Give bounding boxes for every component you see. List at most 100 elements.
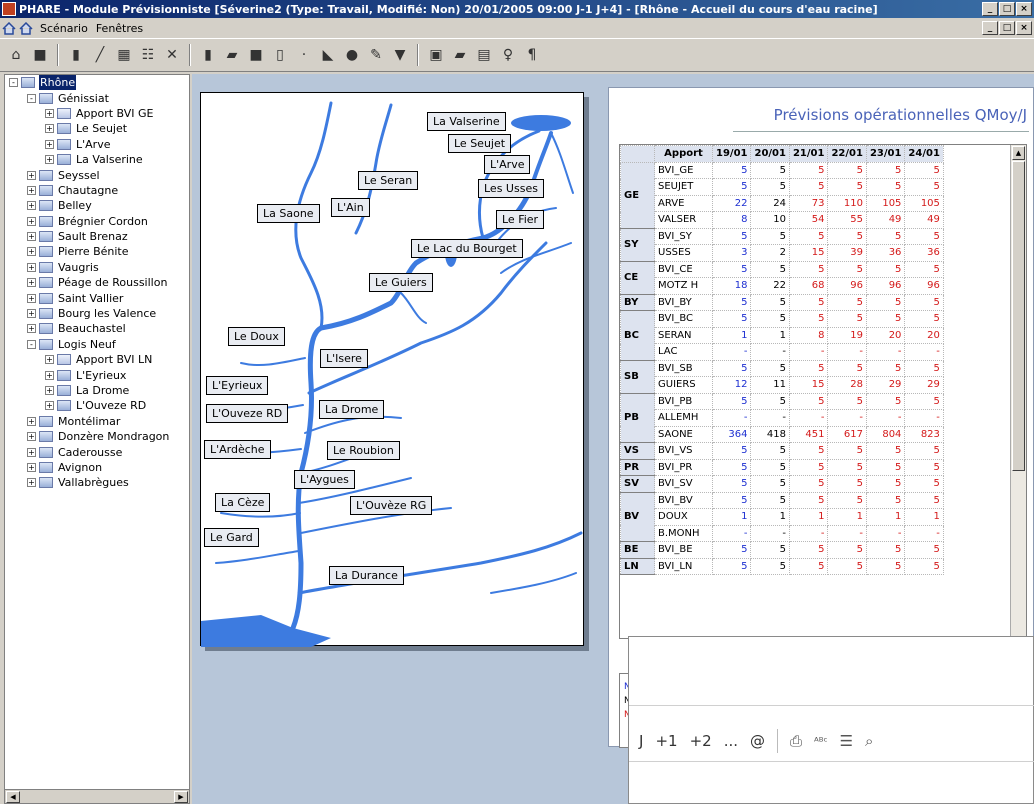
map-label-l-aygues[interactable]: L'Aygues (294, 470, 355, 489)
value-cell[interactable]: 5 (788, 392, 829, 410)
forward-icon[interactable]: ◣ (318, 45, 338, 65)
expand-icon[interactable]: + (27, 324, 36, 334)
table-row[interactable]: SY BVI_SY 5 5 5 5 5 5 (620, 227, 944, 262)
value-cell[interactable]: 54 (788, 211, 829, 229)
value-cell[interactable]: - (827, 343, 867, 361)
tree-item[interactable]: + Caderousse (5, 444, 189, 459)
column-header-date[interactable]: 23/01 (865, 145, 906, 163)
value-cell[interactable]: 5 (865, 359, 906, 377)
value-cell[interactable]: 73 (788, 194, 829, 212)
tree-item[interactable]: + Avignon (5, 460, 189, 475)
value-cell[interactable]: 5 (788, 359, 829, 377)
value-cell[interactable]: - (788, 409, 829, 427)
mdi-maximize-button[interactable]: □ (999, 21, 1015, 35)
value-cell[interactable]: 5 (750, 293, 790, 311)
block-icon[interactable]: ■ (246, 45, 266, 65)
brush-icon[interactable]: ✎ (366, 45, 386, 65)
value-cell[interactable]: 5 (711, 178, 752, 196)
value-cell[interactable]: 105 (865, 194, 906, 212)
map-label-les-usses[interactable]: Les Usses (478, 179, 544, 198)
map-label-l-ain[interactable]: L'Ain (331, 198, 370, 217)
tree-item[interactable]: + Chautagne (5, 183, 189, 198)
value-cell[interactable]: - (750, 409, 790, 427)
tree-item[interactable]: + Le Seujet (5, 121, 189, 136)
value-cell[interactable]: 5 (904, 557, 944, 575)
value-cell[interactable]: 5 (750, 260, 790, 278)
value-cell[interactable]: 5 (750, 178, 790, 196)
value-cell[interactable]: 5 (904, 178, 944, 196)
bulb-icon[interactable]: ♀ (498, 45, 518, 65)
value-cell[interactable]: 5 (904, 541, 944, 559)
collapse-icon[interactable]: - (9, 78, 18, 88)
collapse-icon[interactable]: - (27, 339, 36, 349)
value-cell[interactable]: 5 (788, 178, 829, 196)
value-cell[interactable]: - (904, 524, 944, 542)
list-icon[interactable]: ☰ (840, 732, 853, 750)
value-cell[interactable]: - (750, 524, 790, 542)
spellcheck-icon[interactable]: ᴬᴮᶜ (814, 735, 828, 748)
map-label-le-gard[interactable]: Le Gard (204, 528, 259, 547)
scroll-right-icon[interactable]: ▶ (174, 791, 188, 803)
sheet-icon[interactable]: ▯ (270, 45, 290, 65)
map-label-la-durance[interactable]: La Durance (329, 566, 404, 585)
column-header-apport[interactable]: Apport (654, 145, 713, 163)
tree-item[interactable]: + Belley (5, 198, 189, 213)
expand-icon[interactable]: + (27, 185, 36, 195)
map-label-le-guiers[interactable]: Le Guiers (369, 273, 433, 292)
table-row[interactable]: ALLEMH - - - - - - (621, 409, 944, 427)
value-cell[interactable]: 5 (865, 541, 906, 559)
stamp-icon[interactable]: ● (342, 45, 362, 65)
value-cell[interactable]: 5 (788, 293, 829, 311)
table-row[interactable]: LN BVI_LN 5 5 5 5 5 5 (620, 557, 944, 575)
home-icon[interactable] (2, 21, 16, 35)
map-label-l-ardeche[interactable]: L'Ardèche (204, 440, 271, 459)
map-label-le-seujet[interactable]: Le Seujet (448, 134, 512, 153)
value-cell[interactable]: 2 (750, 244, 790, 262)
minimize-button[interactable]: _ (982, 2, 998, 16)
tree-item[interactable]: + Vaugris (5, 260, 189, 275)
value-cell[interactable]: 68 (788, 277, 829, 295)
value-cell[interactable]: 5 (750, 161, 790, 179)
value-cell[interactable]: 11 (750, 376, 790, 394)
table-row[interactable]: SEUJET 5 5 5 5 5 5 (621, 178, 944, 196)
value-cell[interactable]: 20 (865, 326, 906, 344)
tree-item[interactable]: - Génissiat (5, 90, 189, 105)
map-label-le-lac-du-bourget[interactable]: Le Lac du Bourget (411, 239, 523, 258)
value-cell[interactable]: 5 (827, 442, 867, 460)
expand-icon[interactable]: + (27, 232, 36, 242)
value-cell[interactable]: 55 (827, 211, 867, 229)
map-label-le-fier[interactable]: Le Fier (496, 210, 545, 229)
table-row[interactable]: DOUX 1 1 1 1 1 1 (621, 508, 944, 526)
value-cell[interactable]: 5 (750, 392, 790, 410)
table-row[interactable]: SV BVI_SV 5 5 5 5 5 5 (620, 475, 944, 493)
tool-icon[interactable]: ¶ (522, 45, 542, 65)
value-cell[interactable]: 5 (788, 260, 829, 278)
value-cell[interactable]: 5 (711, 293, 752, 311)
table-vertical-scrollbar[interactable]: ▲ (1010, 145, 1026, 638)
value-cell[interactable]: 8 (788, 326, 829, 344)
table-row[interactable]: CE BVI_CE 5 5 5 5 5 5 (620, 260, 944, 295)
value-cell[interactable]: 5 (865, 442, 906, 460)
tree-item[interactable]: + Pierre Bénite (5, 244, 189, 259)
value-cell[interactable]: 5 (827, 557, 867, 575)
value-cell[interactable]: 29 (865, 376, 906, 394)
table-row[interactable]: PR BVI_PR 5 5 5 5 5 5 (620, 458, 944, 476)
value-cell[interactable]: 5 (827, 541, 867, 559)
map-label-le-seran[interactable]: Le Seran (358, 171, 419, 190)
value-cell[interactable]: 5 (711, 458, 752, 476)
map-label-l-eyrieux[interactable]: L'Eyrieux (206, 376, 269, 395)
value-cell[interactable]: 5 (827, 475, 867, 493)
value-cell[interactable]: 418 (750, 425, 790, 443)
expand-icon[interactable]: + (27, 278, 36, 288)
value-cell[interactable]: 110 (827, 194, 867, 212)
value-cell[interactable]: 617 (827, 425, 867, 443)
value-cell[interactable]: 39 (827, 244, 867, 262)
collapse-icon[interactable]: - (27, 93, 36, 103)
value-cell[interactable]: - (827, 409, 867, 427)
home-icon[interactable] (19, 21, 33, 35)
tree-item[interactable]: + La Drome (5, 383, 189, 398)
expand-icon[interactable]: + (27, 262, 36, 272)
document-icon[interactable]: ▮ (66, 45, 86, 65)
tree-item[interactable]: + Brégnier Cordon (5, 214, 189, 229)
tree-item[interactable]: + La Valserine (5, 152, 189, 167)
